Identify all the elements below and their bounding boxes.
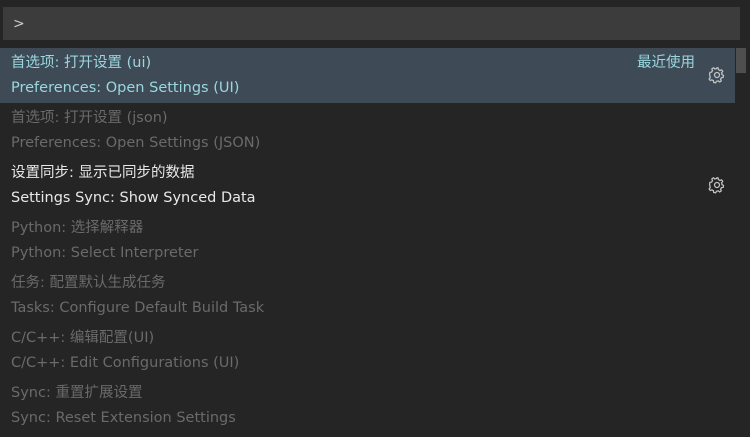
command-list: 首选项: 打开设置 (ui) Preferences: Open Setting…: [0, 48, 735, 437]
command-label: 任务: 配置默认生成任务: [11, 275, 166, 291]
list-scrollbar[interactable]: [735, 48, 747, 437]
command-detail: Settings Sync: Show Synced Data: [11, 190, 256, 206]
command-detail: Python: Select Interpreter: [11, 245, 199, 261]
scrollbar-thumb[interactable]: [736, 48, 746, 73]
command-label: 首选项: 打开设置 (json): [11, 110, 168, 126]
command-label: Python: 选择解释器: [11, 220, 144, 236]
command-label: 设置同步: 显示已同步的数据: [11, 165, 195, 181]
recently-used-badge: 最近使用: [637, 55, 695, 71]
command-label: C/C++: 编辑配置(UI): [11, 330, 155, 346]
command-item-open-settings-json[interactable]: 首选项: 打开设置 (json) Preferences: Open Setti…: [0, 103, 735, 158]
command-input-box[interactable]: [3, 7, 740, 40]
command-detail: Preferences: Open Settings (JSON): [11, 135, 261, 151]
command-item-sync-reset-extension-settings[interactable]: Sync: 重置扩展设置 Sync: Reset Extension Setti…: [0, 378, 735, 433]
command-detail: Tasks: Configure Default Build Task: [11, 300, 265, 316]
command-item-show-synced-data[interactable]: 设置同步: 显示已同步的数据 Settings Sync: Show Synce…: [0, 158, 735, 213]
command-item-python-select-interpreter[interactable]: Python: 选择解释器 Python: Select Interpreter: [0, 213, 735, 268]
command-label: 首选项: 打开设置 (ui): [11, 55, 152, 71]
command-detail: Preferences: Open Settings (UI): [11, 80, 240, 96]
gear-icon[interactable]: [708, 66, 726, 84]
command-item-cpp-edit-configurations[interactable]: C/C++: 编辑配置(UI) C/C++: Edit Configuratio…: [0, 323, 735, 378]
command-item-open-settings-ui[interactable]: 首选项: 打开设置 (ui) Preferences: Open Setting…: [0, 48, 735, 103]
command-input[interactable]: [4, 8, 739, 39]
gear-icon[interactable]: [708, 176, 726, 194]
command-label: Sync: 重置扩展设置: [11, 385, 143, 401]
command-detail: C/C++: Edit Configurations (UI): [11, 355, 240, 371]
command-detail: Sync: Reset Extension Settings: [11, 410, 236, 426]
command-palette: 首选项: 打开设置 (ui) Preferences: Open Setting…: [0, 0, 750, 437]
command-item-configure-build-task[interactable]: 任务: 配置默认生成任务 Tasks: Configure Default Bu…: [0, 268, 735, 323]
